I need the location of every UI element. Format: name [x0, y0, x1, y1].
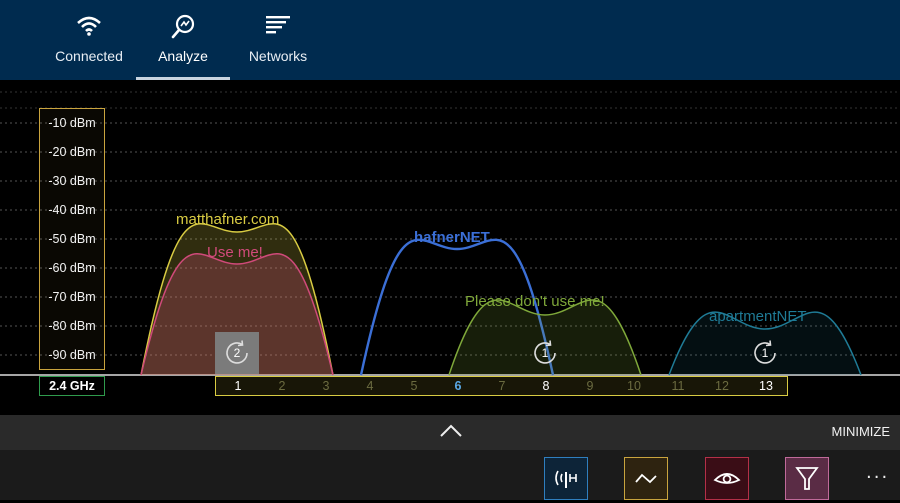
network-label-apartmentnet[interactable]: apartmentNET — [709, 308, 807, 325]
network-label-use-me[interactable]: Use me! — [207, 244, 263, 261]
channel-number[interactable]: 3 — [314, 377, 338, 395]
tab-analyze[interactable]: Analyze — [138, 0, 228, 80]
dbm-label: -10 dBm — [48, 116, 96, 130]
channel-count-badge[interactable]: 1 — [751, 339, 779, 367]
dbm-label: -20 dBm — [48, 145, 96, 159]
network-label-matthafner[interactable]: matthafner.com — [176, 211, 279, 228]
tab-connected-label: Connected — [55, 48, 123, 64]
filter-button[interactable] — [785, 457, 829, 500]
channel-number[interactable]: 4 — [358, 377, 382, 395]
filter-icon — [795, 467, 819, 490]
wave-icon — [635, 473, 657, 484]
panel-collapse-bar: MINIMIZE — [0, 415, 900, 450]
channel-number[interactable]: 6 — [446, 377, 470, 395]
channel-number[interactable]: 1 — [226, 377, 250, 395]
channel-number[interactable]: 8 — [534, 377, 558, 395]
antenna-button[interactable] — [544, 457, 588, 500]
channel-number[interactable]: 10 — [622, 377, 646, 395]
more-options-button[interactable]: ... — [866, 462, 889, 483]
dbm-label: -80 dBm — [48, 319, 96, 333]
eye-button[interactable] — [705, 457, 749, 500]
chevron-up-icon[interactable] — [439, 422, 463, 440]
band-selector[interactable]: 2.4 GHz — [39, 376, 105, 396]
channel-number[interactable]: 11 — [666, 377, 690, 395]
signal-strength-axis: -10 dBm -20 dBm -30 dBm -40 dBm -50 dBm … — [39, 108, 105, 370]
antenna-icon — [555, 470, 577, 488]
channel-number[interactable]: 13 — [754, 377, 778, 395]
network-label-please-dont[interactable]: Please don't use me! — [465, 293, 605, 310]
channel-count-value: 1 — [761, 346, 769, 360]
channel-number[interactable]: 12 — [710, 377, 734, 395]
tab-networks-label: Networks — [248, 48, 308, 64]
network-label-hafnernet[interactable]: hafnerNET — [414, 229, 490, 246]
eye-icon — [713, 473, 741, 484]
channel-analysis-chart: -10 dBm -20 dBm -30 dBm -40 dBm -50 dBm … — [0, 80, 900, 415]
channel-number[interactable]: 9 — [578, 377, 602, 395]
dbm-label: -50 dBm — [48, 232, 96, 246]
channel-count-value: 2 — [233, 346, 241, 360]
top-navigation: Connected Analyze Networks — [0, 0, 900, 80]
dbm-label: -60 dBm — [48, 261, 96, 275]
dbm-label: -40 dBm — [48, 203, 96, 217]
dbm-label: -30 dBm — [48, 174, 96, 188]
tab-networks[interactable]: Networks — [233, 0, 323, 80]
channel-number[interactable]: 5 — [402, 377, 426, 395]
channel-number[interactable]: 7 — [490, 377, 514, 395]
wave-button[interactable] — [624, 457, 668, 500]
dbm-label: -90 dBm — [48, 348, 96, 362]
wifi-icon — [77, 16, 101, 36]
tab-connected[interactable]: Connected — [44, 0, 134, 80]
channel-number[interactable]: 2 — [270, 377, 294, 395]
bottom-toolbar: ... — [0, 450, 900, 500]
channel-count-badge[interactable]: 1 — [531, 339, 559, 367]
magnifier-icon — [171, 14, 195, 39]
channel-count-value: 1 — [541, 346, 549, 360]
tab-analyze-label: Analyze — [158, 48, 208, 64]
minimize-button[interactable]: MINIMIZE — [832, 424, 891, 439]
channel-strip[interactable]: 1 2 3 4 5 6 7 8 9 10 11 12 13 — [215, 376, 788, 396]
channel-count-badge[interactable]: 2 — [223, 339, 251, 367]
list-icon — [266, 16, 290, 34]
dbm-label: -70 dBm — [48, 290, 96, 304]
